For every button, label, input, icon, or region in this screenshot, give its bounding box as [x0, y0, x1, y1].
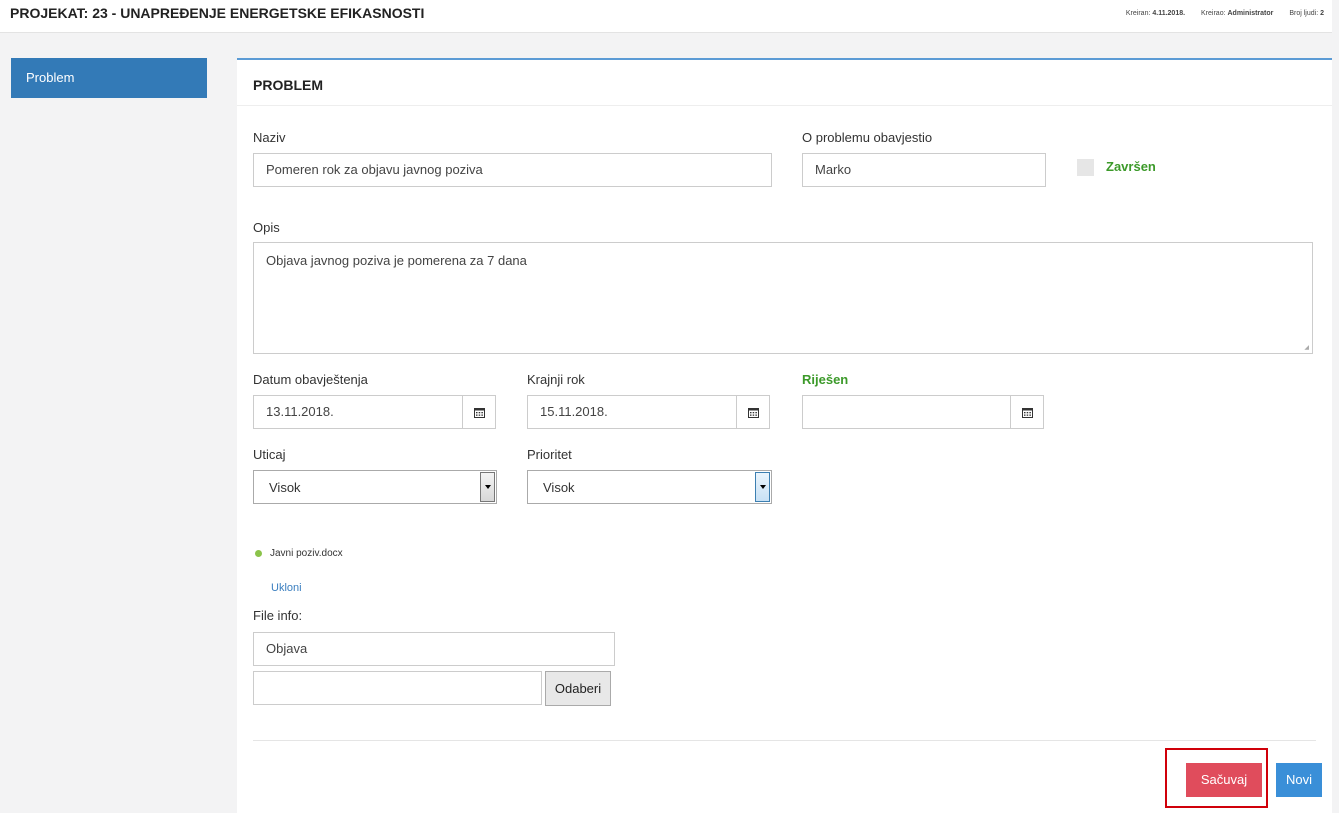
footer-divider: [253, 740, 1316, 741]
uticaj-value: Visok: [269, 480, 301, 495]
uticaj-label: Uticaj: [253, 447, 286, 462]
naziv-label: Naziv: [253, 130, 286, 145]
datum-input[interactable]: 13.11.2018.: [253, 395, 464, 429]
panel-divider: [237, 105, 1332, 106]
reporter-label: O problemu obavjestio: [802, 130, 933, 145]
problem-panel: PROBLEM Naziv Pomeren rok za objavu javn…: [237, 58, 1332, 813]
zavrsen-checkbox[interactable]: [1077, 159, 1094, 176]
reporter-input[interactable]: Marko: [802, 153, 1046, 187]
prioritet-select[interactable]: Visok: [527, 470, 772, 504]
prioritet-value: Visok: [543, 480, 575, 495]
uticaj-select[interactable]: Visok: [253, 470, 497, 504]
attached-file-name: Javni poziv.docx: [270, 548, 343, 559]
save-button[interactable]: Sačuvaj: [1186, 763, 1262, 797]
file-info-input[interactable]: Objava: [253, 632, 615, 666]
opis-text: Objava javnog poziva je pomerena za 7 da…: [266, 253, 527, 268]
browse-button[interactable]: Odaberi: [545, 671, 611, 706]
zavrsen-label: Završen: [1106, 159, 1156, 174]
file-info-label: File info:: [253, 608, 303, 623]
krajnji-rok-input[interactable]: 15.11.2018.: [527, 395, 739, 429]
author-info: Kreirao: Administrator: [1201, 10, 1274, 17]
krajnji-rok-calendar-icon[interactable]: [736, 395, 770, 429]
chevron-down-icon[interactable]: [480, 472, 495, 502]
rijesen-input[interactable]: [802, 395, 1014, 429]
project-title: PROJEKAT: 23 - UNAPREĐENJE ENERGETSKE EF…: [10, 5, 425, 21]
file-status-dot-icon: [255, 550, 262, 557]
datum-label: Datum obavještenja: [253, 372, 368, 387]
rijesen-calendar-icon[interactable]: [1010, 395, 1044, 429]
created-info: Kreiran: 4.11.2018.: [1125, 10, 1186, 17]
krajnji-rok-label: Krajnji rok: [527, 372, 585, 387]
page-header: PROJEKAT: 23 - UNAPREĐENJE ENERGETSKE EF…: [0, 0, 1332, 33]
datum-calendar-icon[interactable]: [462, 395, 496, 429]
chevron-down-icon[interactable]: [755, 472, 770, 502]
people-info: Broj ljudi: 2: [1289, 10, 1324, 17]
resize-handle-icon[interactable]: ◢: [1304, 344, 1309, 351]
rijesen-label: Riješen: [802, 372, 849, 387]
panel-title: PROBLEM: [253, 77, 323, 93]
file-upload-input[interactable]: [253, 671, 542, 705]
sidebar-item-problem[interactable]: Problem: [11, 58, 207, 98]
prioritet-label: Prioritet: [527, 447, 572, 462]
new-button[interactable]: Novi: [1276, 763, 1322, 797]
project-meta: Kreiran: 4.11.2018. Kreirao: Administrat…: [1112, 10, 1324, 17]
opis-textarea[interactable]: Objava javnog poziva je pomerena za 7 da…: [253, 242, 1313, 354]
opis-label: Opis: [253, 220, 280, 235]
naziv-input[interactable]: Pomeren rok za objavu javnog poziva: [253, 153, 772, 187]
remove-file-link[interactable]: Ukloni: [271, 582, 302, 594]
